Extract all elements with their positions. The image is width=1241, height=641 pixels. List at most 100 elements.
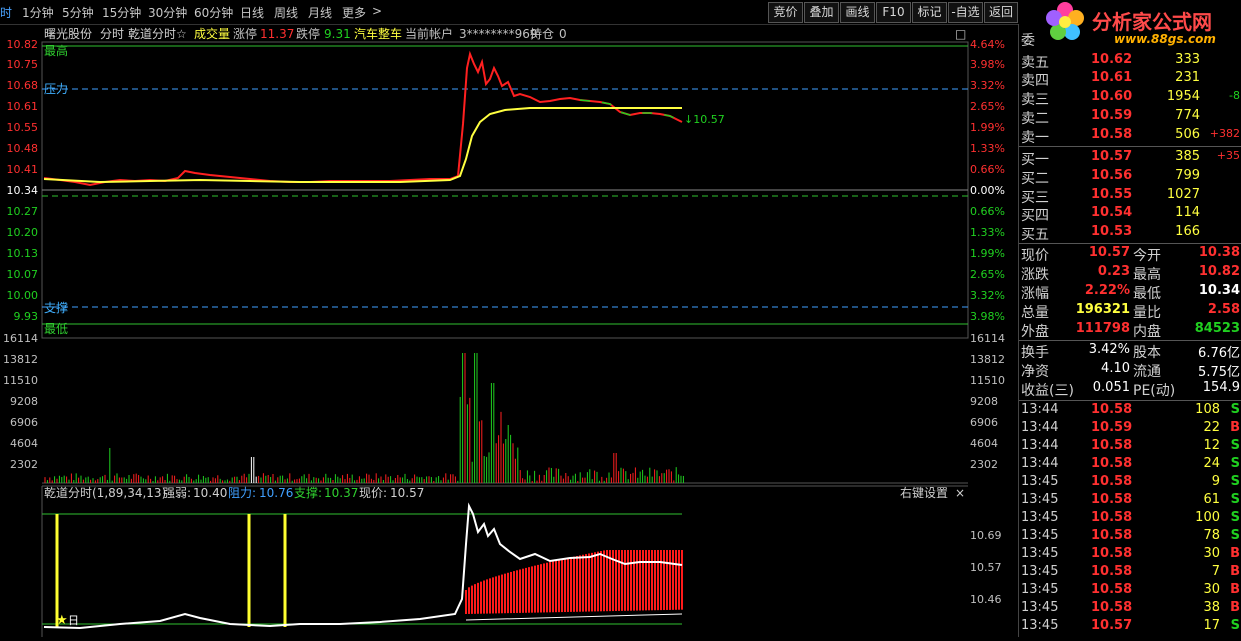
indicator-name: 乾道分时☆ [128,27,187,41]
period-tab-4[interactable]: 30分钟 [148,4,187,21]
toolbar-button-6[interactable]: 返回 [984,2,1018,23]
quote-label: 涨跌 [1021,267,1049,283]
tick-row[interactable]: 13:45 10.58 30 B [1021,582,1240,600]
tick-side: B [1230,600,1240,615]
period-tab-7[interactable]: 周线 [274,4,298,21]
tick-side: B [1230,564,1240,579]
fund-label: 股本 [1133,345,1161,361]
book-label: 卖四 [1021,73,1049,89]
tick-row[interactable]: 13:45 10.58 38 B [1021,600,1240,618]
tick-volume: 100 [1195,510,1220,525]
period-tab-6[interactable]: 日线 [240,4,264,21]
toolbar-button-1[interactable]: 叠加 [804,2,839,23]
signal-bar [55,514,59,627]
period-tab-3[interactable]: 15分钟 [102,4,141,21]
tick-side: B [1230,420,1240,435]
period-tab-8[interactable]: 月线 [308,4,332,21]
book-change: +382 [1209,127,1240,140]
tick-time: 13:45 [1021,510,1059,525]
book-volume: 1027 [1166,187,1200,202]
toolbar-button-3[interactable]: F10 [876,2,911,23]
quote-label: 量比 [1133,305,1161,321]
quote-value: 2.22% [1084,283,1130,298]
quote-value: 0.23 [1097,264,1130,279]
buy-row-2[interactable]: 买二 10.56 799 [1021,168,1240,187]
book-price: 10.53 [1091,224,1133,239]
tick-volume: 30 [1203,582,1220,597]
tick-row[interactable]: 13:44 10.58 108 S [1021,402,1240,420]
price-axis-label: 10.20 [7,226,39,239]
sell-row-2[interactable]: 卖二 10.59 774 [1021,108,1240,127]
volume-axis-label: 4604 [10,437,38,450]
indicator-close-icon[interactable]: × [955,486,965,500]
quote-row-4: 外盘 111798 内盘 84523 [1021,321,1240,340]
tick-volume: 7 [1211,564,1220,579]
buy-row-5[interactable]: 买五 10.53 166 [1021,224,1240,243]
fund-divider [1019,340,1241,341]
tick-row[interactable]: 13:44 10.58 24 S [1021,456,1240,474]
right-click-settings[interactable]: 右键设置 [900,485,948,500]
volume-axis-label-right: 16114 [970,332,1005,345]
sell-row-3[interactable]: 卖三 10.60 1954 -8 [1021,89,1240,108]
volume-axis-label-right: 11510 [970,374,1005,387]
limit-up-label: 涨停 [233,26,257,41]
indicator-price-value: 10.57 [390,486,424,500]
tick-row[interactable]: 13:45 10.58 7 B [1021,564,1240,582]
tick-row[interactable]: 13:45 10.58 30 B [1021,546,1240,564]
last-price-label: ↓10.57 [684,113,725,126]
tick-row[interactable]: 13:45 10.58 100 S [1021,510,1240,528]
tick-row[interactable]: 13:44 10.58 12 S [1021,438,1240,456]
toolbar-button-4[interactable]: 标记 [912,2,947,23]
toolbar-button-0[interactable]: 竞价 [768,2,803,23]
volume-axis-label: 9208 [10,395,38,408]
quote-label: 外盘 [1021,324,1049,340]
period-tab-0[interactable]: 时 [0,4,12,21]
pct-axis-label: 1.33% [970,142,1005,155]
period-tab-9[interactable]: 更多 [342,4,366,21]
price-axis-label: 10.34 [7,184,39,197]
indicator-support-label: 支撑: [294,485,322,500]
toolbar-button-2[interactable]: 画线 [840,2,875,23]
tick-side: S [1230,618,1240,633]
buy-row-1[interactable]: 买一 10.57 385 +35 [1021,149,1240,168]
tick-time: 13:45 [1021,546,1059,561]
volume-axis-label-right: 9208 [970,395,998,408]
pct-axis-label: 4.64% [970,38,1005,51]
book-volume: 385 [1175,149,1200,164]
tick-row[interactable]: 13:45 10.57 17 S [1021,618,1240,636]
panel-close-icon[interactable]: □ [955,27,966,41]
quote-label: 今开 [1133,248,1161,264]
period-tab-2[interactable]: 5分钟 [62,4,94,21]
sell-row-4[interactable]: 卖四 10.61 231 [1021,70,1240,89]
tick-time: 13:45 [1021,474,1059,489]
tick-volume: 12 [1203,438,1220,453]
quote-panel: 委卖五 10.62 333 卖四 10.61 231 卖三 10.60 1954 -8 卖二 10.5… [1018,24,1241,637]
buy-row-3[interactable]: 买三 10.55 1027 [1021,187,1240,206]
tick-row[interactable]: 13:45 10.58 78 S [1021,528,1240,546]
tick-row[interactable]: 13:44 10.59 22 B [1021,420,1240,438]
pct-axis-label: 3.98% [970,58,1005,71]
tick-row[interactable]: 13:45 10.58 61 S [1021,492,1240,510]
quote-value: 111798 [1075,321,1130,336]
tick-time: 13:44 [1021,438,1059,453]
quote-value: 2.58 [1207,302,1240,317]
period-tab-5[interactable]: 60分钟 [194,4,233,21]
indicator-price-label: 现价: [359,486,387,500]
more-arrow-icon[interactable]: > [372,4,382,18]
book-price: 10.62 [1091,52,1133,67]
tick-side: S [1230,510,1240,525]
tick-volume: 78 [1203,528,1220,543]
tick-time: 13:45 [1021,600,1059,615]
top-partial-label: 0 [0,24,7,25]
fund-value: 0.051 [1092,380,1130,395]
quote-label: 涨幅 [1021,286,1049,302]
toolbar-button-5[interactable]: -自选 [948,2,983,23]
period-tab-1[interactable]: 1分钟 [22,4,54,21]
tick-row[interactable]: 13:45 10.58 9 S [1021,474,1240,492]
sell-row-5[interactable]: 卖五 10.62 333 [1021,52,1240,71]
ticks-divider [1019,400,1241,401]
chart-area[interactable]: 曙光股份 分时 乾道分时☆ 成交量 涨停 11.37 跌停 9.31 汽车整车 当前帐户 3****… [0,12,1018,637]
buy-row-4[interactable]: 买四 10.54 114 [1021,205,1240,224]
price-line-down-segments [579,99,683,123]
sell-row-1[interactable]: 卖一 10.58 506 +382 [1021,127,1240,146]
